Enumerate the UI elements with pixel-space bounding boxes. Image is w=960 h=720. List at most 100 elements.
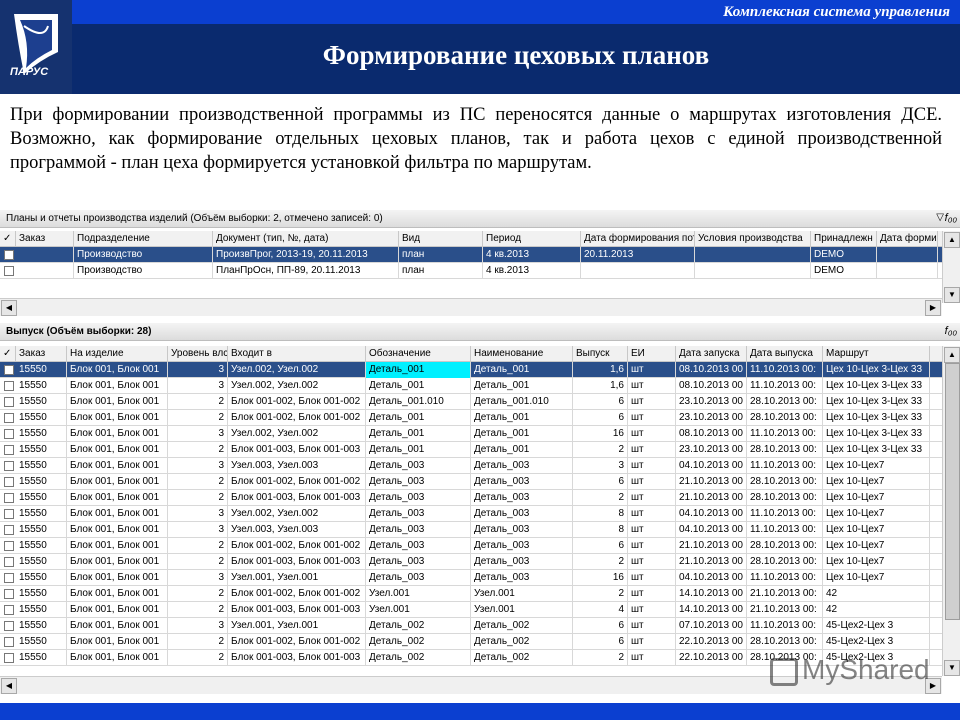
table-cell: шт	[628, 394, 676, 410]
table-cell: Цех 10-Цех7	[823, 506, 930, 522]
table-cell: 2	[168, 538, 228, 554]
row-checkbox[interactable]	[4, 397, 14, 407]
select-all-column-header[interactable]: ✓	[0, 231, 16, 246]
table-cell: 11.10.2013 00:	[747, 378, 823, 394]
row-checkbox[interactable]	[4, 413, 14, 423]
row-checkbox[interactable]	[4, 541, 14, 551]
table-row[interactable]: 15550 Блок 001, Блок 001 3 Узел.003, Узел.0…	[0, 522, 942, 538]
table-cell: Деталь_003	[471, 458, 573, 474]
plans-grid-title: Планы и отчеты производства изделий (Объ…	[6, 213, 383, 224]
table-cell: Деталь_003	[471, 570, 573, 586]
column-header[interactable]: На изделие	[67, 346, 168, 361]
column-header[interactable]: Входит в	[228, 346, 366, 361]
table-row[interactable]: 15550 Блок 001, Блок 001 2 Блок 001-003, Бл…	[0, 490, 942, 506]
row-checkbox[interactable]	[4, 525, 14, 535]
row-checkbox[interactable]	[4, 509, 14, 519]
row-checkbox[interactable]	[4, 461, 14, 471]
table-cell: Деталь_001	[366, 426, 471, 442]
release-grid-title: Выпуск (Объём выборки: 28)	[6, 326, 152, 337]
table-row[interactable]: 15550 Блок 001, Блок 001 3 Узел.003, Узел.0…	[0, 458, 942, 474]
row-checkbox[interactable]	[4, 637, 14, 647]
plans-horizontal-scrollbar[interactable]: ◀ ▶	[0, 298, 942, 316]
row-checkbox[interactable]	[4, 266, 14, 276]
table-cell: Блок 001, Блок 001	[67, 362, 168, 378]
scroll-left-icon[interactable]: ◀	[1, 678, 17, 694]
scroll-up-icon[interactable]: ▲	[944, 347, 960, 363]
table-row[interactable]: Производство ПланПрОсн, ПП-89, 20.11.2013…	[0, 263, 942, 279]
column-header[interactable]: Вид	[399, 231, 483, 246]
filter-icon[interactable]: ▽	[936, 212, 944, 223]
table-row[interactable]: 15550 Блок 001, Блок 001 2 Блок 001-002, Бл…	[0, 634, 942, 650]
column-header[interactable]: Документ (тип, №, дата)	[213, 231, 399, 246]
scroll-right-icon[interactable]: ▶	[925, 300, 941, 316]
column-header[interactable]: Маршрут	[823, 346, 930, 361]
row-checkbox[interactable]	[4, 429, 14, 439]
column-header[interactable]: Наименование	[471, 346, 573, 361]
column-header[interactable]: Дата выпуска	[747, 346, 823, 361]
table-cell: Узел.001	[471, 602, 573, 618]
formula-icon[interactable]: f₀₀	[945, 212, 957, 224]
row-checkbox[interactable]	[4, 250, 14, 260]
column-header[interactable]: Заказ	[16, 346, 67, 361]
table-row[interactable]: Производство ПроизвПрог, 2013-19, 20.11.2…	[0, 247, 942, 263]
scroll-down-icon[interactable]: ▼	[944, 660, 960, 676]
row-checkbox[interactable]	[4, 589, 14, 599]
table-row[interactable]: 15550 Блок 001, Блок 001 2 Блок 001-003, Бл…	[0, 442, 942, 458]
column-header[interactable]: Условия производства	[695, 231, 811, 246]
table-row[interactable]: 15550 Блок 001, Блок 001 3 Узел.002, Узел.0…	[0, 426, 942, 442]
table-row[interactable]: 15550 Блок 001, Блок 001 3 Узел.002, Узел.0…	[0, 362, 942, 378]
row-checkbox[interactable]	[4, 573, 14, 583]
scroll-thumb[interactable]	[945, 363, 960, 620]
column-header[interactable]: Принадлежн	[811, 231, 877, 246]
table-cell: 11.10.2013 00:	[747, 362, 823, 378]
column-header[interactable]: Дата форми	[877, 231, 938, 246]
table-cell: 3	[573, 458, 628, 474]
table-row[interactable]: 15550 Блок 001, Блок 001 2 Блок 001-002, Бл…	[0, 538, 942, 554]
column-header[interactable]: Подразделение	[74, 231, 213, 246]
table-cell: 23.10.2013 00	[676, 394, 747, 410]
row-checkbox[interactable]	[4, 621, 14, 631]
column-header[interactable]: Заказ	[16, 231, 74, 246]
table-cell: Деталь_001	[366, 378, 471, 394]
table-row[interactable]: 15550 Блок 001, Блок 001 3 Узел.001, Узел.0…	[0, 618, 942, 634]
table-cell: Деталь_002	[366, 618, 471, 634]
plans-vertical-scrollbar[interactable]: ▲ ▼	[942, 231, 960, 303]
row-checkbox[interactable]	[4, 557, 14, 567]
formula-icon[interactable]: f₀₀	[945, 325, 957, 337]
row-checkbox[interactable]	[4, 493, 14, 503]
table-cell: 23.10.2013 00	[676, 410, 747, 426]
row-checkbox[interactable]	[4, 365, 14, 375]
table-row[interactable]: 15550 Блок 001, Блок 001 2 Блок 001-002, Бл…	[0, 474, 942, 490]
scroll-up-icon[interactable]: ▲	[944, 232, 960, 248]
column-header[interactable]: Дата запуска	[676, 346, 747, 361]
column-header[interactable]: ЕИ	[628, 346, 676, 361]
table-cell: Блок 001, Блок 001	[67, 570, 168, 586]
table-cell: Деталь_003	[366, 458, 471, 474]
column-header[interactable]: Дата формирования пот	[581, 231, 695, 246]
table-cell: Деталь_003	[366, 522, 471, 538]
select-all-column-header[interactable]: ✓	[0, 346, 16, 361]
table-row[interactable]: 15550 Блок 001, Блок 001 3 Узел.001, Узел.0…	[0, 570, 942, 586]
table-row[interactable]: 15550 Блок 001, Блок 001 2 Блок 001-002, Бл…	[0, 394, 942, 410]
column-header[interactable]: Выпуск	[573, 346, 628, 361]
row-checkbox[interactable]	[4, 477, 14, 487]
table-row[interactable]: 15550 Блок 001, Блок 001 3 Узел.002, Узел.0…	[0, 506, 942, 522]
row-checkbox[interactable]	[4, 381, 14, 391]
table-row[interactable]: 15550 Блок 001, Блок 001 2 Блок 001-003, Бл…	[0, 554, 942, 570]
row-checkbox[interactable]	[4, 605, 14, 615]
table-cell: Цех 10-Цех7	[823, 554, 930, 570]
table-row[interactable]: 15550 Блок 001, Блок 001 2 Блок 001-003, Бл…	[0, 602, 942, 618]
row-checkbox[interactable]	[4, 445, 14, 455]
table-cell: ПланПрОсн, ПП-89, 20.11.2013	[213, 263, 399, 279]
scroll-left-icon[interactable]: ◀	[1, 300, 17, 316]
table-cell: 6	[573, 538, 628, 554]
row-checkbox[interactable]	[4, 653, 14, 663]
release-vertical-scrollbar[interactable]: ▲ ▼	[942, 346, 960, 676]
column-header[interactable]: Обозначение	[366, 346, 471, 361]
table-row[interactable]: 15550 Блок 001, Блок 001 2 Блок 001-002, Бл…	[0, 586, 942, 602]
scroll-down-icon[interactable]: ▼	[944, 287, 960, 303]
table-row[interactable]: 15550 Блок 001, Блок 001 2 Блок 001-002, Бл…	[0, 410, 942, 426]
table-row[interactable]: 15550 Блок 001, Блок 001 3 Узел.002, Узел.0…	[0, 378, 942, 394]
column-header[interactable]: Уровень влс	[168, 346, 228, 361]
column-header[interactable]: Период	[483, 231, 581, 246]
